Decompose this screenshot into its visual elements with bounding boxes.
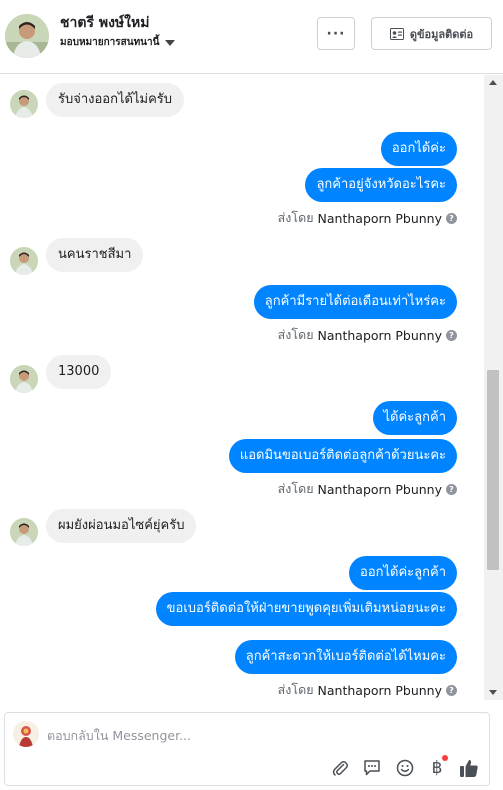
contact-avatar-small xyxy=(10,90,38,118)
message-outgoing: ขอเบอร์ติดต่อให้ฝ่ายขายพูดคุยเพิ่มเติมหน… xyxy=(155,592,457,626)
message-thread: รับจ่างออกได้ไม่ครับ ออกได้ค่ะ ลูกค้าอยู… xyxy=(0,75,484,700)
message-incoming: นคนราชสีมา xyxy=(46,238,144,272)
contact-avatar-small xyxy=(10,247,38,275)
view-contact-button[interactable]: ดูข้อมูลติดต่อ xyxy=(371,17,492,50)
message-scrollbar[interactable] xyxy=(484,75,503,700)
sent-by-name: Nanthaporn Pbunny xyxy=(317,210,442,226)
sent-by-line: ส่งโดย Nanthaporn Pbunny ? xyxy=(278,208,457,228)
help-icon[interactable]: ? xyxy=(446,212,457,224)
thumbs-up-icon xyxy=(460,760,478,777)
reply-composer: ฿ xyxy=(4,712,490,786)
scroll-down-arrow-icon[interactable] xyxy=(489,690,497,695)
saved-replies-button[interactable] xyxy=(361,757,383,779)
smiley-icon xyxy=(396,759,414,777)
sent-by-prefix: ส่งโดย xyxy=(277,682,314,697)
scroll-up-arrow-icon[interactable] xyxy=(489,80,497,85)
like-button[interactable] xyxy=(458,757,480,779)
sent-by-name: Nanthaporn Pbunny xyxy=(317,481,442,497)
message-outgoing: แอดมินขอเบอร์ติดต่อลูกค้าด้วยนะคะ xyxy=(228,439,457,473)
scroll-thumb[interactable] xyxy=(487,370,499,570)
contact-card-icon xyxy=(389,27,404,40)
baht-icon: ฿ xyxy=(431,758,443,778)
help-icon[interactable]: ? xyxy=(446,483,457,495)
attach-button[interactable] xyxy=(329,757,351,779)
help-icon[interactable]: ? xyxy=(446,684,457,696)
sent-by-prefix: ส่งโดย xyxy=(277,481,314,496)
notification-dot xyxy=(442,755,448,761)
contact-avatar[interactable] xyxy=(5,14,49,58)
message-outgoing: ลูกค้าสะดวกให้เบอร์ติดต่อได้ไหมคะ xyxy=(234,640,457,674)
contact-avatar-image xyxy=(5,14,49,58)
sent-by-name: Nanthaporn Pbunny xyxy=(317,682,442,698)
sent-by-prefix: ส่งโดย xyxy=(277,210,314,225)
contact-name[interactable]: ชาตรี พงษ์ใหม่ xyxy=(60,12,149,34)
chat-bubble-icon xyxy=(364,760,380,776)
assign-conversation-dropdown[interactable]: มอบหมายการสนทนานี้ xyxy=(60,35,176,50)
paperclip-icon xyxy=(332,761,348,776)
reply-input[interactable] xyxy=(47,725,467,745)
contact-avatar-small xyxy=(10,518,38,546)
help-icon[interactable]: ? xyxy=(446,329,457,341)
message-outgoing: ลูกค้าอยู่จังหวัดอะไรคะ xyxy=(305,168,457,202)
emoji-button[interactable] xyxy=(394,757,416,779)
sent-by-line: ส่งโดย Nanthaporn Pbunny ? xyxy=(278,680,457,700)
caret-down-icon xyxy=(165,39,176,46)
message-incoming: รับจ่างออกได้ไม่ครับ xyxy=(46,83,185,117)
message-incoming: ผมยังผ่อนมอไซค์ยุ่ครับ xyxy=(46,509,197,543)
sent-by-line: ส่งโดย Nanthaporn Pbunny ? xyxy=(278,325,457,345)
message-outgoing: ลูกค้ามีรายได้ต่อเดือนเท่าไหร่คะ xyxy=(253,285,457,319)
payment-button[interactable]: ฿ xyxy=(426,755,448,779)
sent-by-name: Nanthaporn Pbunny xyxy=(317,327,442,343)
page-avatar xyxy=(13,721,39,747)
contact-avatar-small xyxy=(10,365,38,393)
assign-conversation-label: มอบหมายการสนทนานี้ xyxy=(60,37,160,48)
message-outgoing: ได้ค่ะลูกค้า xyxy=(372,401,457,435)
message-outgoing: ออกได้ค่ะ xyxy=(380,132,457,166)
sent-by-prefix: ส่งโดย xyxy=(277,327,314,342)
sent-by-line: ส่งโดย Nanthaporn Pbunny ? xyxy=(278,479,457,499)
message-incoming: 13000 xyxy=(46,355,112,389)
more-options-button[interactable]: ··· xyxy=(317,17,355,50)
view-contact-label: ดูข้อมูลติดต่อ xyxy=(409,27,474,41)
conversation-header: ชาตรี พงษ์ใหม่ มอบหมายการสนทนานี้ ··· ดู… xyxy=(0,0,503,74)
message-outgoing: ออกได้ค่ะลูกค้า xyxy=(349,556,457,590)
